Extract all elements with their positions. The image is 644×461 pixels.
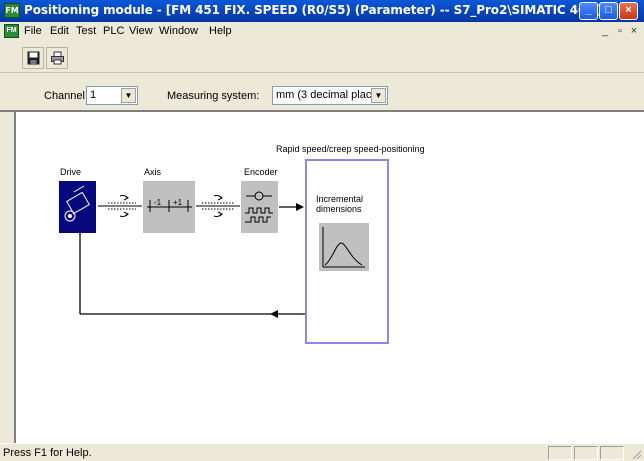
diagram-canvas: Drive Axis Encoder Rapid speed/creep spe… xyxy=(14,112,644,443)
menu-file[interactable]: File xyxy=(24,25,42,37)
axis-label: Axis xyxy=(144,167,162,177)
coupling-icon xyxy=(98,195,142,217)
status-pane xyxy=(600,446,624,460)
axis-plus-label: +1 xyxy=(173,198,183,207)
encoder-block[interactable] xyxy=(241,181,278,233)
menu-test[interactable]: Test xyxy=(76,25,96,37)
status-bar: Press F1 for Help. xyxy=(0,443,644,461)
document-icon[interactable]: FM xyxy=(4,24,19,38)
chevron-down-icon[interactable]: ▼ xyxy=(121,88,136,103)
menu-view[interactable]: View xyxy=(129,25,153,37)
print-button[interactable] xyxy=(46,47,68,69)
mode-title: Rapid speed/creep speed-positioning xyxy=(276,144,425,154)
window-title: Positioning module - [FM 451 FIX. SPEED … xyxy=(24,3,619,17)
drive-block[interactable] xyxy=(59,181,96,233)
menu-window[interactable]: Window xyxy=(159,25,198,37)
incremental-dimensions-block[interactable] xyxy=(319,223,369,271)
resize-grip-icon[interactable] xyxy=(630,448,642,460)
feedback-line xyxy=(79,233,305,315)
menu-plc[interactable]: PLC xyxy=(103,25,124,37)
measuring-system-label: Measuring system: xyxy=(167,90,260,102)
menu-help[interactable]: Help xyxy=(209,25,232,37)
positioning-mode-frame[interactable]: Incremental dimensions xyxy=(305,159,389,344)
maximize-button[interactable]: □ xyxy=(599,2,618,20)
parameter-bar: Channel: 1 ▼ Measuring system: mm (3 dec… xyxy=(0,74,644,112)
coupling-icon xyxy=(196,195,240,217)
mdi-restore-button[interactable]: ▫ xyxy=(614,25,626,37)
menu-bar: FM File Edit Test PLC View Window Help _… xyxy=(0,22,644,41)
feedback-arrow xyxy=(270,310,278,318)
app-icon: FM xyxy=(4,3,20,18)
drive-label: Drive xyxy=(60,167,81,177)
close-button[interactable]: × xyxy=(619,2,638,20)
mdi-close-button[interactable]: × xyxy=(628,25,640,37)
save-button[interactable] xyxy=(22,47,44,69)
chevron-down-icon[interactable]: ▼ xyxy=(371,88,386,103)
measuring-system-select[interactable]: mm (3 decimal places) ▼ xyxy=(272,86,388,105)
status-pane xyxy=(548,446,572,460)
encoder-label: Encoder xyxy=(244,167,278,177)
status-pane xyxy=(574,446,598,460)
axis-block[interactable]: -1 +1 xyxy=(143,181,195,233)
print-icon xyxy=(51,51,64,65)
channel-label: Channel: xyxy=(44,90,89,102)
axis-minus-label: -1 xyxy=(154,198,162,207)
incremental-label-line1: Incremental xyxy=(316,194,363,204)
signal-arrow xyxy=(279,203,304,211)
channel-value: 1 xyxy=(90,89,97,101)
save-icon xyxy=(27,51,40,65)
title-bar: FM Positioning module - [FM 451 FIX. SPE… xyxy=(0,0,644,22)
status-text: Press F1 for Help. xyxy=(3,447,92,459)
menu-edit[interactable]: Edit xyxy=(50,25,69,37)
toolbar xyxy=(0,41,644,73)
incremental-label-line2: dimensions xyxy=(316,204,362,214)
minimize-button[interactable]: _ xyxy=(579,2,598,20)
diagram: Drive Axis Encoder Rapid speed/creep spe… xyxy=(59,144,425,344)
channel-select[interactable]: 1 ▼ xyxy=(86,86,138,105)
mdi-minimize-button[interactable]: _ xyxy=(599,25,611,37)
